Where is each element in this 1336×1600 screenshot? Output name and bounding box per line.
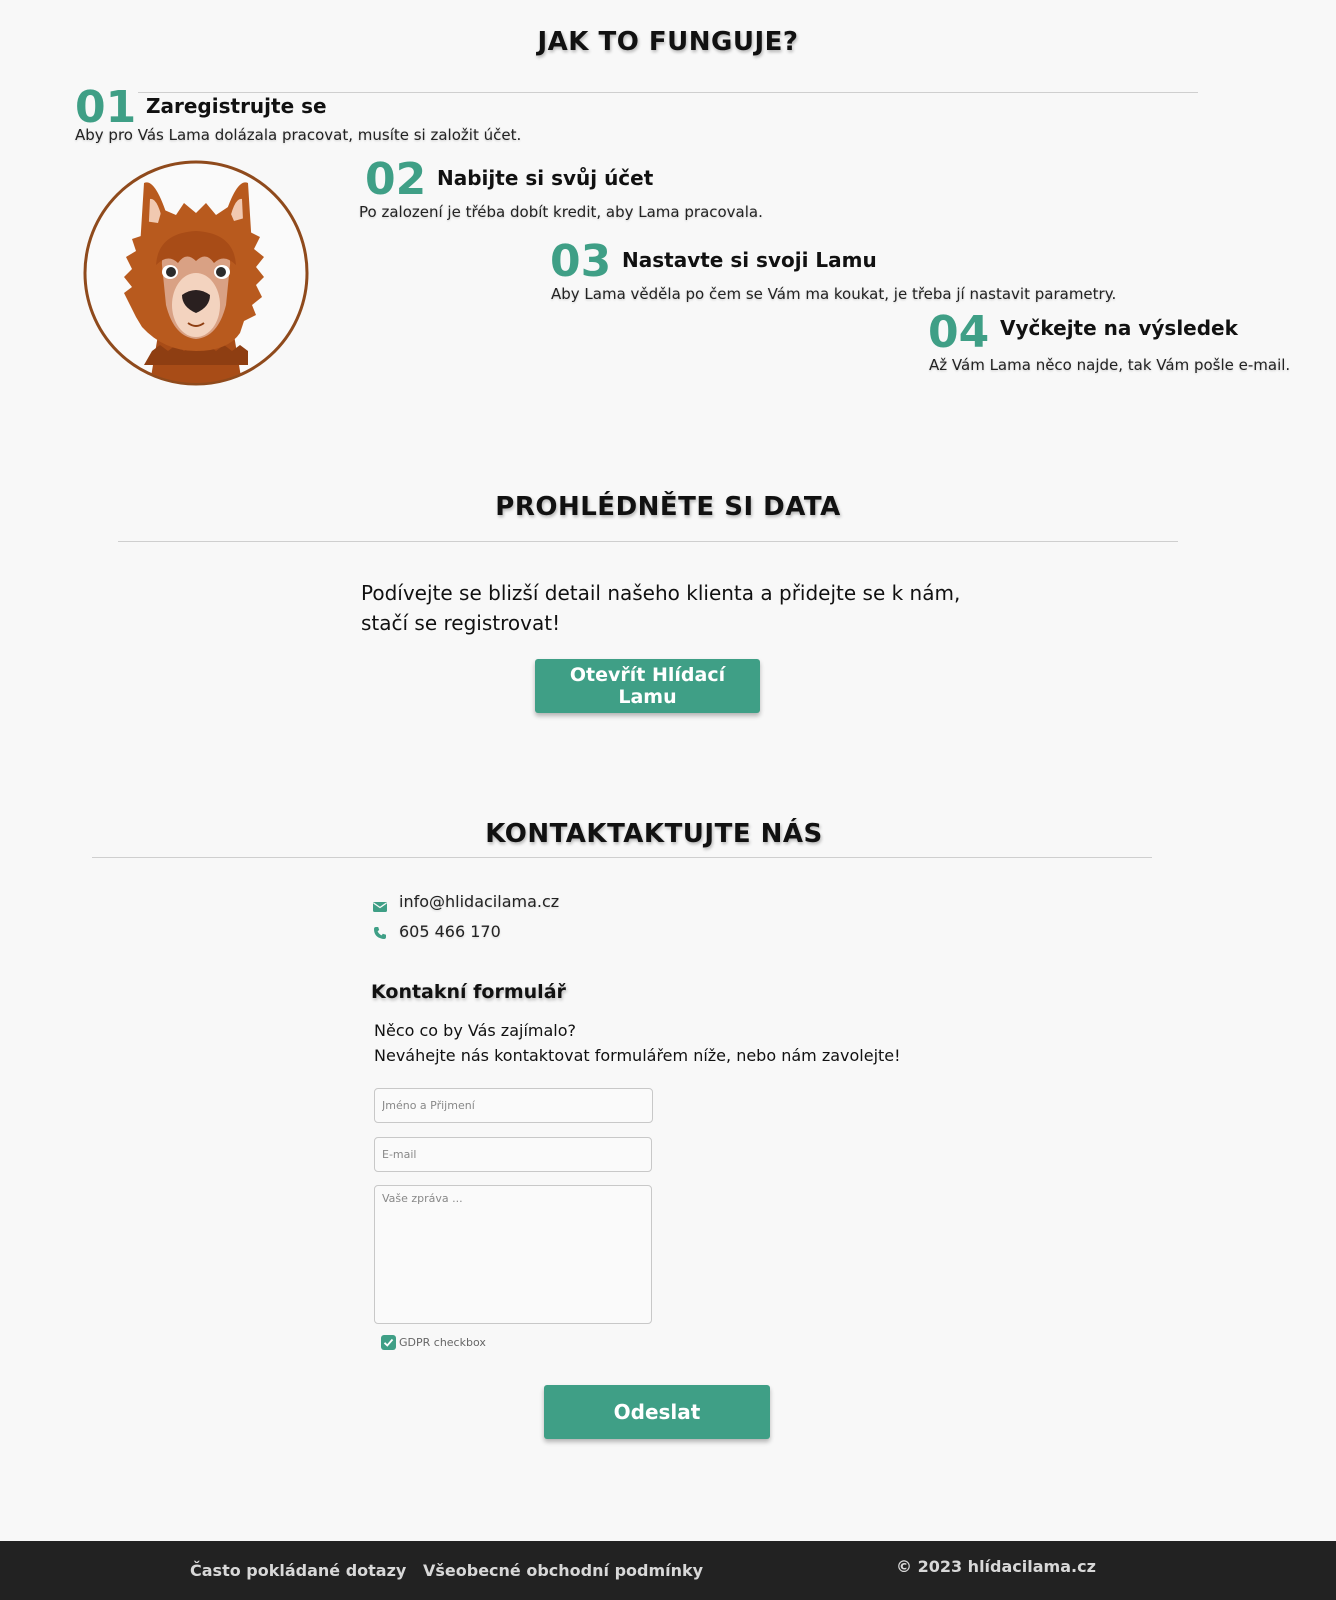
how-it-works-title: JAK TO FUNGUJE? <box>537 27 799 57</box>
step-3-description: Aby Lama věděla po čem se Vám ma koukat,… <box>551 285 1117 303</box>
faq-link[interactable]: Často pokládané dotazy <box>190 1561 406 1580</box>
message-field[interactable] <box>374 1185 652 1324</box>
step-4-description: Až Vám Lama něco najde, tak Vám pošle e-… <box>929 356 1291 374</box>
gdpr-label: GDPR checkbox <box>399 1336 486 1349</box>
step-1-description: Aby pro Vás Lama dolázala pracovat, musí… <box>75 126 522 144</box>
data-section-title: PROHLÉDNĚTE SI DATA <box>495 492 841 522</box>
step-2-description: Po zalození je třéba dobít kredit, aby L… <box>359 203 763 221</box>
contact-phone: 605 466 170 <box>373 922 501 941</box>
contact-form-heading: Kontakní formulář <box>371 981 566 1003</box>
check-icon <box>383 1338 394 1347</box>
data-section-text-line: stačí se registrovat! <box>361 611 561 635</box>
gdpr-row: GDPR checkbox <box>381 1335 486 1350</box>
contact-form-intro-line: Něco co by Vás zajímalo? <box>374 1021 577 1040</box>
contact-section-title: KONTAKTAKTUJTE NÁS <box>485 819 823 849</box>
name-field[interactable] <box>374 1088 653 1123</box>
divider <box>92 857 1152 858</box>
divider <box>138 92 1198 93</box>
step-1-title: Zaregistrujte se <box>146 94 327 118</box>
footer: Často pokládané dotazy Všeobecné obchodn… <box>0 1541 1336 1600</box>
step-4-title: Vyčkejte na výsledek <box>1000 316 1238 340</box>
terms-link[interactable]: Všeobecné obchodní podmínky <box>423 1561 703 1580</box>
step-4-number: 04 <box>928 307 990 358</box>
data-section-text: Podívejte se blizší detail našeho klient… <box>361 578 960 638</box>
envelope-icon <box>373 897 387 912</box>
phone-icon <box>373 925 387 939</box>
step-3-title: Nastavte si svoji Lamu <box>622 248 877 272</box>
step-2-number: 02 <box>365 154 427 205</box>
contact-form-intro: Něco co by Vás zajímalo? Neváhejte nás k… <box>374 1018 901 1068</box>
open-app-button[interactable]: Otevřít Hlídací Lamu <box>535 659 760 713</box>
step-1-number: 01 <box>75 82 137 133</box>
copyright: © 2023 hlídacilama.cz <box>896 1557 1096 1576</box>
submit-button[interactable]: Odeslat <box>544 1385 770 1439</box>
gdpr-checkbox[interactable] <box>381 1335 396 1350</box>
contact-form-intro-line: Neváhejte nás kontaktovat formulářem níž… <box>374 1046 901 1065</box>
phone-link[interactable]: 605 466 170 <box>399 922 501 941</box>
llama-head-icon <box>78 155 314 391</box>
email-field[interactable] <box>374 1137 652 1172</box>
data-section-text-line: Podívejte se blizší detail našeho klient… <box>361 581 961 605</box>
email-link[interactable]: info@hlidacilama.cz <box>399 892 559 911</box>
step-3-number: 03 <box>550 236 612 287</box>
contact-email: info@hlidacilama.cz <box>373 892 559 912</box>
step-2-title: Nabijte si svůj účet <box>437 166 654 190</box>
divider <box>118 541 1178 542</box>
